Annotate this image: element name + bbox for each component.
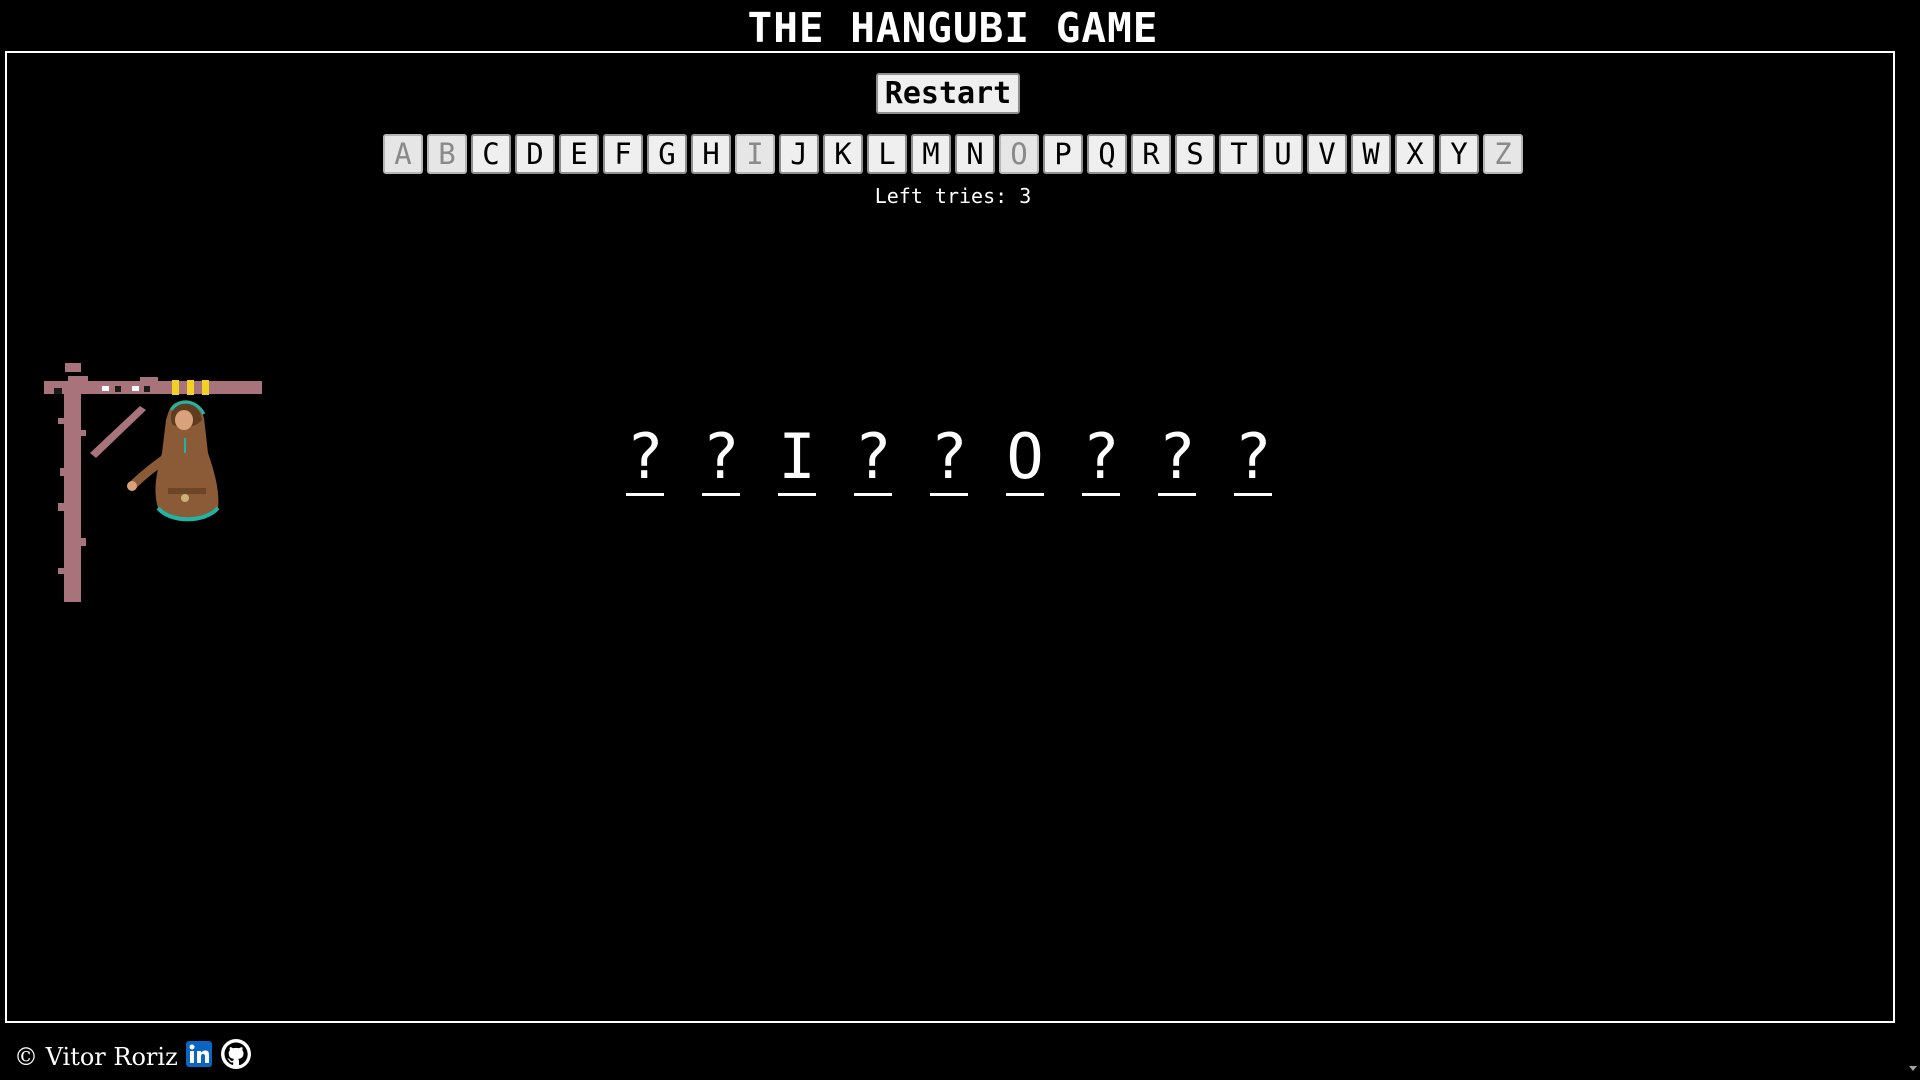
github-icon[interactable] xyxy=(220,1038,252,1076)
game-title: THE HANGUBI GAME xyxy=(747,4,1159,52)
letter-key-e[interactable]: E xyxy=(559,134,599,174)
gallows-illustration xyxy=(44,363,262,602)
letter-key-s[interactable]: S xyxy=(1175,134,1215,174)
word-slot: ? xyxy=(702,420,740,496)
letter-key-m[interactable]: M xyxy=(911,134,951,174)
letter-key-j[interactable]: J xyxy=(779,134,819,174)
word-slot: O xyxy=(1006,420,1044,496)
linkedin-icon[interactable] xyxy=(185,1041,212,1073)
monk-character-icon xyxy=(127,400,220,522)
letter-key-o: O xyxy=(999,134,1039,174)
letter-key-n[interactable]: N xyxy=(955,134,995,174)
letter-key-q[interactable]: Q xyxy=(1087,134,1127,174)
word-slot: ? xyxy=(626,420,664,496)
tries-counter: Left tries: 3 xyxy=(874,184,1032,208)
letter-key-v[interactable]: V xyxy=(1307,134,1347,174)
letter-key-w[interactable]: W xyxy=(1351,134,1391,174)
letter-key-k[interactable]: K xyxy=(823,134,863,174)
letter-key-h[interactable]: H xyxy=(691,134,731,174)
word-slot: ? xyxy=(1158,420,1196,496)
letter-key-z: Z xyxy=(1483,134,1523,174)
letter-key-l[interactable]: L xyxy=(867,134,907,174)
author-credit: © Vitor Roriz xyxy=(14,1043,178,1071)
letter-key-r[interactable]: R xyxy=(1131,134,1171,174)
letter-key-t[interactable]: T xyxy=(1219,134,1259,174)
letter-key-d[interactable]: D xyxy=(515,134,555,174)
letter-key-c[interactable]: C xyxy=(471,134,511,174)
restart-button[interactable]: Restart xyxy=(876,73,1020,114)
letter-key-i: I xyxy=(735,134,775,174)
letter-key-u[interactable]: U xyxy=(1263,134,1303,174)
letter-key-g[interactable]: G xyxy=(647,134,687,174)
word-slot: I xyxy=(778,420,816,496)
word-slot: ? xyxy=(854,420,892,496)
letter-keyboard: ABCDEFGHIJKLMNOPQRSTUVWXYZ xyxy=(383,134,1523,174)
word-slot: ? xyxy=(1234,420,1272,496)
word-slot: ? xyxy=(930,420,968,496)
word-slot: ? xyxy=(1082,420,1120,496)
word-display: ?? I?? O??? xyxy=(626,420,1272,496)
letter-key-b: B xyxy=(427,134,467,174)
letter-key-p[interactable]: P xyxy=(1043,134,1083,174)
letter-key-y[interactable]: Y xyxy=(1439,134,1479,174)
letter-key-f[interactable]: F xyxy=(603,134,643,174)
footer: © Vitor Roriz xyxy=(14,1038,252,1076)
letter-key-a: A xyxy=(383,134,423,174)
rope-icon xyxy=(172,380,209,395)
letter-key-x[interactable]: X xyxy=(1395,134,1435,174)
scroll-down-arrow-icon[interactable] xyxy=(1906,1050,1920,1080)
gallows-icon xyxy=(44,363,262,602)
